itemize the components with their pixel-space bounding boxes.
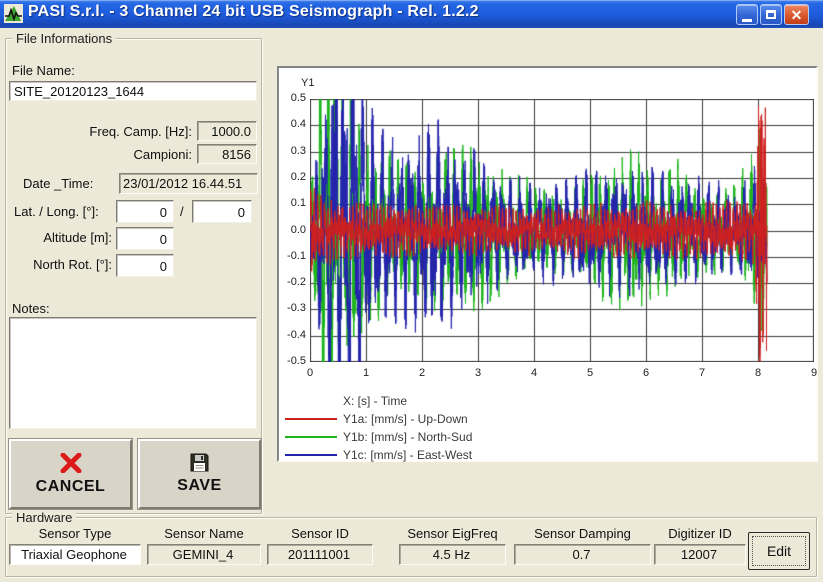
sensor-damping-field: 0.7 [514,544,651,565]
x-tick-label: 6 [631,367,661,379]
campioni-field: 8156 [197,144,257,164]
save-button[interactable]: SAVE [138,439,261,509]
close-icon: ✕ [791,8,803,22]
file-informations-group-title: File Informations [12,31,116,46]
sensor-eigfreq-label: Sensor EigFreq [399,526,506,541]
y-tick-label: 0.4 [279,118,306,130]
file-name-label: File Name: [12,63,75,78]
lat-long-separator: / [180,204,184,219]
altitude-label: Altitude [m]: [14,230,112,245]
minimize-button[interactable] [736,4,758,25]
edit-button-focus-ring [752,536,806,566]
sensor-id-field: 201111001 [267,544,373,565]
north-rot-input[interactable] [116,254,174,277]
notes-label: Notes: [12,301,50,316]
y-tick-label: 0.1 [279,197,306,209]
x-tick-label: 3 [463,367,493,379]
longitude-input[interactable] [192,200,252,223]
x-tick-label: 8 [743,367,773,379]
legend-series-2-text: Y1c: [mm/s] - East-West [343,448,472,462]
app-window: PASI S.r.l. - 3 Channel 24 bit USB Seism… [0,0,823,582]
sensor-eigfreq-field: 4.5 Hz [399,544,506,565]
waveform-canvas [310,99,814,362]
legend-series-0: Y1a: [mm/s] - Up-Down [285,410,472,428]
legend-series-1: Y1b: [mm/s] - North-Sud [285,428,472,446]
north-rot-label: North Rot. [°]: [14,257,112,272]
save-button-label: SAVE [177,477,221,495]
date-time-field: 23/01/2012 16.44.51 [119,173,258,194]
legend-line-swatch [285,436,337,438]
window-title: PASI S.r.l. - 3 Channel 24 bit USB Seism… [28,3,479,21]
hardware-group: Hardware Sensor Type Triaxial Geophone S… [5,517,817,577]
legend-series-0-text: Y1a: [mm/s] - Up-Down [343,412,468,426]
x-tick-label: 7 [687,367,717,379]
chart-panel: Y1 0.5 0.4 0.3 0.2 0.1 0.0 -0.1 -0.2 -0.3 -0.4 -0.… [277,66,818,462]
freq-camp-field: 1000.0 [197,121,257,141]
x-tick-label: 1 [351,367,381,379]
digitizer-id-label: Digitizer ID [654,526,746,541]
y-tick-label: -0.4 [279,329,306,341]
digitizer-id-field: 12007 [654,544,746,565]
sensor-type-label: Sensor Type [9,526,141,541]
hardware-group-title: Hardware [12,510,76,525]
campioni-label: Campioni: [36,147,192,162]
maximize-icon [766,10,776,19]
y-tick-label: 0.2 [279,171,306,183]
x-tick-label: 0 [295,367,325,379]
x-tick-label: 4 [519,367,549,379]
file-name-input[interactable] [9,81,257,101]
x-tick-label: 9 [799,367,823,379]
sensor-name-field: GEMINI_4 [147,544,261,565]
file-informations-group: File Informations File Name: Freq. Camp.… [5,38,262,514]
y-axis-title: Y1 [301,77,314,89]
edit-button[interactable]: Edit [748,532,810,570]
x-tick-label: 2 [407,367,437,379]
legend-series-1-text: Y1b: [mm/s] - North-Sud [343,430,472,444]
cancel-button-label: CANCEL [36,478,106,496]
cancel-button[interactable]: CANCEL [9,439,132,509]
minimize-icon [742,19,752,22]
y-tick-label: -0.3 [279,302,306,314]
close-button[interactable]: ✕ [784,4,809,25]
y-tick-label: -0.5 [279,355,306,367]
date-time-label: Date _Time: [23,176,93,191]
legend-line-swatch [285,418,337,420]
x-tick-label: 5 [575,367,605,379]
legend-x-axis: X: [s] - Time [285,392,472,410]
maximize-button[interactable] [760,4,782,25]
title-bar: PASI S.r.l. - 3 Channel 24 bit USB Seism… [0,0,823,28]
altitude-input[interactable] [116,227,174,250]
sensor-name-label: Sensor Name [147,526,261,541]
y-tick-label: -0.2 [279,276,306,288]
notes-textarea[interactable] [9,317,257,429]
legend-line-swatch [285,454,337,456]
app-icon [4,4,23,23]
lat-long-label: Lat. / Long. [°]: [14,204,99,219]
sensor-id-label: Sensor ID [267,526,373,541]
freq-camp-label: Freq. Camp. [Hz]: [36,124,192,139]
legend-x-axis-text: X: [s] - Time [343,394,407,408]
y-tick-label: 0.0 [279,224,306,236]
chart-legend: X: [s] - Time Y1a: [mm/s] - Up-Down Y1b: [… [285,392,472,464]
sensor-damping-label: Sensor Damping [514,526,651,541]
y-tick-label: -0.1 [279,250,306,262]
cancel-x-icon [59,453,83,473]
sensor-type-field: Triaxial Geophone [9,544,141,565]
y-tick-label: 0.5 [279,92,306,104]
y-tick-label: 0.3 [279,145,306,157]
latitude-input[interactable] [116,200,174,223]
legend-series-2: Y1c: [mm/s] - East-West [285,446,472,464]
save-floppy-icon [190,453,209,472]
